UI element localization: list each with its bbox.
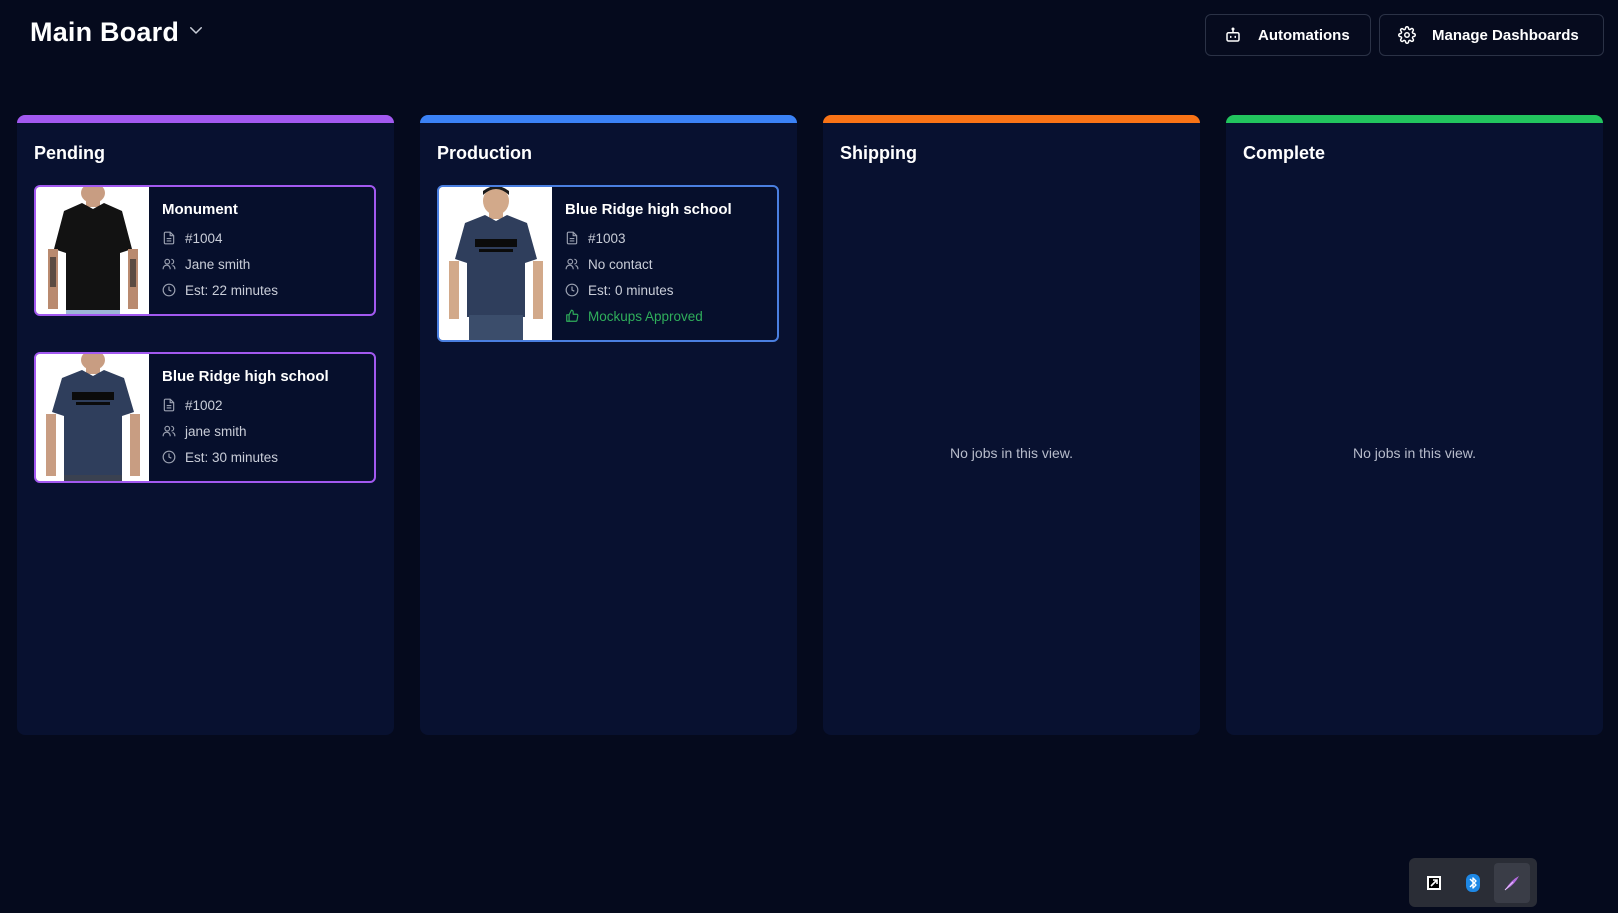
thumbs-up-icon bbox=[565, 309, 579, 323]
robot-icon bbox=[1224, 26, 1242, 44]
column-shipping: Shipping No jobs in this view. bbox=[823, 115, 1200, 735]
job-name: Blue Ridge high school bbox=[162, 368, 329, 385]
column-pending: Pending Monument #1004 Jane smith Est: 2… bbox=[17, 115, 394, 735]
job-card[interactable]: Blue Ridge high school #1002 jane smith … bbox=[34, 352, 376, 483]
job-contact: No contact bbox=[588, 256, 653, 272]
document-icon bbox=[162, 398, 176, 412]
job-name: Blue Ridge high school bbox=[565, 201, 732, 218]
board-selector[interactable]: Main Board bbox=[30, 17, 205, 48]
column-color-bar bbox=[17, 115, 394, 123]
job-number: #1002 bbox=[185, 397, 223, 413]
system-tray bbox=[1409, 858, 1537, 907]
job-estimate: Est: 30 minutes bbox=[185, 449, 279, 465]
column-color-bar bbox=[420, 115, 797, 123]
users-icon bbox=[162, 257, 176, 271]
shirt-thumbnail bbox=[36, 187, 149, 314]
document-icon bbox=[565, 231, 579, 245]
gear-icon bbox=[1398, 26, 1416, 44]
job-contact: jane smith bbox=[185, 423, 247, 439]
feather-icon[interactable] bbox=[1493, 862, 1530, 903]
empty-state-text: No jobs in this view. bbox=[1353, 445, 1476, 461]
column-title: Complete bbox=[1243, 143, 1326, 163]
column-production: Production Blue Ridge high school #1003 bbox=[420, 115, 797, 735]
job-number: #1003 bbox=[588, 230, 626, 246]
job-card[interactable]: Blue Ridge high school #1003 No contact … bbox=[437, 185, 779, 342]
column-title: Production bbox=[437, 143, 532, 163]
job-number: #1004 bbox=[185, 230, 223, 246]
automations-button[interactable]: Automations bbox=[1205, 14, 1371, 56]
automations-label: Automations bbox=[1258, 26, 1350, 44]
job-estimate: Est: 0 minutes bbox=[588, 282, 674, 298]
column-title: Shipping bbox=[840, 143, 917, 163]
users-icon bbox=[162, 424, 176, 438]
job-status: Mockups Approved bbox=[588, 308, 703, 324]
column-title: Pending bbox=[34, 143, 105, 163]
bluetooth-icon[interactable] bbox=[1455, 863, 1491, 903]
shirt-thumbnail bbox=[36, 354, 149, 481]
manage-dashboards-label: Manage Dashboards bbox=[1432, 26, 1579, 44]
job-card[interactable]: Monument #1004 Jane smith Est: 22 minute… bbox=[34, 185, 376, 316]
job-name: Monument bbox=[162, 201, 238, 218]
column-color-bar bbox=[823, 115, 1200, 123]
clock-icon bbox=[565, 283, 579, 297]
job-contact: Jane smith bbox=[185, 256, 251, 272]
document-icon bbox=[162, 231, 176, 245]
empty-state-text: No jobs in this view. bbox=[950, 445, 1073, 461]
users-icon bbox=[565, 257, 579, 271]
app-icon[interactable] bbox=[1416, 863, 1452, 903]
top-bar: Main Board Automations Manage Dashboards bbox=[0, 0, 1618, 75]
column-color-bar bbox=[1226, 115, 1603, 123]
clock-icon bbox=[162, 450, 176, 464]
board-title: Main Board bbox=[30, 17, 180, 47]
chevron-down-icon bbox=[187, 21, 205, 44]
manage-dashboards-button[interactable]: Manage Dashboards bbox=[1379, 14, 1604, 56]
job-estimate: Est: 22 minutes bbox=[185, 282, 279, 298]
clock-icon bbox=[162, 283, 176, 297]
column-complete: Complete No jobs in this view. bbox=[1226, 115, 1603, 735]
shirt-thumbnail bbox=[439, 187, 552, 340]
